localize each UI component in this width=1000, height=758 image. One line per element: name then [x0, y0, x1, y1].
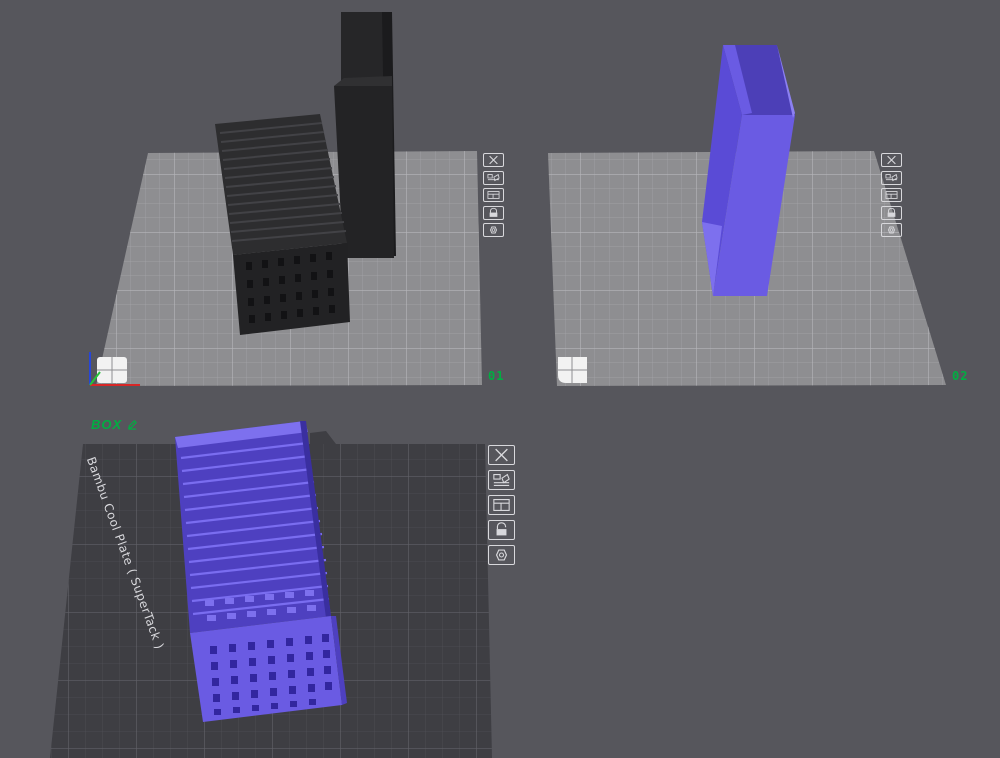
plate-02-lock-button[interactable] — [881, 205, 902, 220]
plate-box-lock-button[interactable] — [488, 520, 515, 540]
plate-01-settings-button[interactable] — [483, 223, 504, 237]
settings-icon — [887, 226, 896, 234]
plate-01-orient-button[interactable] — [483, 188, 504, 202]
lock-icon — [489, 207, 498, 217]
plate-01[interactable] — [89, 12, 490, 395]
orient-icon — [885, 191, 898, 199]
plate-box-settings-button[interactable] — [488, 545, 515, 565]
plate-box-orient-button[interactable] — [488, 495, 515, 515]
arrange-icon — [885, 173, 898, 181]
settings-icon — [489, 226, 498, 234]
plate-01-arrange-button[interactable] — [483, 170, 504, 185]
plate-02-toolbar — [881, 153, 902, 241]
arrange-icon — [487, 173, 500, 181]
plate-box-name: BOX — [91, 417, 123, 432]
plate-box-toolbar — [488, 445, 515, 570]
orient-icon — [493, 499, 510, 511]
plate-02-settings-button[interactable] — [881, 223, 902, 237]
arrange-icon — [493, 473, 510, 486]
edit-plate-name-icon[interactable] — [127, 418, 138, 430]
plate-01-label: 01 — [488, 369, 505, 383]
plate-box-arrange-button[interactable] — [488, 470, 515, 490]
3d-viewport[interactable]: 01 02 BOX Bambu Cool Plate ( SuperTack ) — [0, 0, 1000, 758]
plate-01-toolbar — [483, 153, 504, 241]
plate-box[interactable] — [45, 421, 495, 758]
plate-02-close-button[interactable] — [881, 153, 902, 167]
plate-02-label: 02 — [952, 369, 969, 383]
lock-icon — [496, 522, 507, 536]
plate-02-orient-button[interactable] — [881, 188, 902, 202]
settings-icon — [495, 549, 508, 561]
plate-01-close-button[interactable] — [483, 153, 504, 167]
close-icon — [887, 155, 896, 165]
plate-02-arrange-button[interactable] — [881, 170, 902, 185]
plate-01-lock-button[interactable] — [483, 205, 504, 220]
close-icon — [489, 155, 498, 165]
lock-icon — [887, 207, 896, 217]
plate-02-origin-marker — [558, 357, 587, 383]
orient-icon — [487, 191, 500, 199]
close-icon — [495, 448, 508, 462]
plate-box-close-button[interactable] — [488, 445, 515, 465]
plate-box-label[interactable]: BOX — [91, 417, 138, 432]
